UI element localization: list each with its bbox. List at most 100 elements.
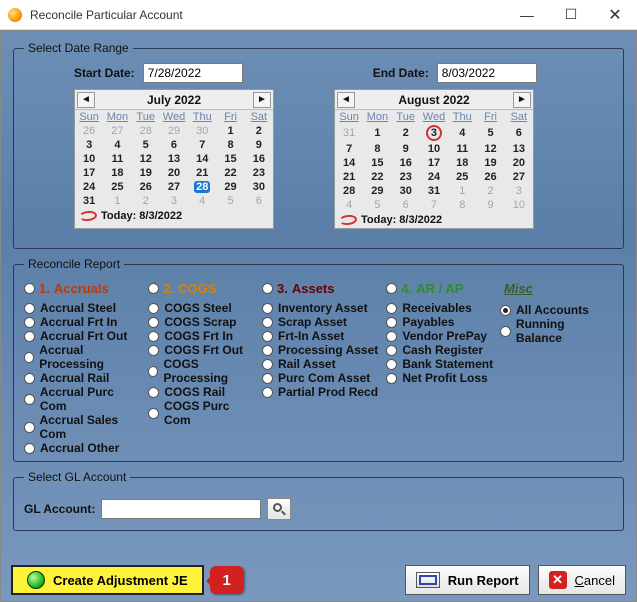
today-label[interactable]: Today: 8/3/2022 <box>101 210 182 222</box>
calendar-day[interactable]: 16 <box>392 156 420 170</box>
calendar-day[interactable]: 28 <box>188 180 216 194</box>
report-option[interactable]: Rail Asset <box>262 357 380 371</box>
calendar-day[interactable]: 10 <box>420 142 448 156</box>
report-option[interactable]: Processing Asset <box>262 343 380 357</box>
calendar-day[interactable]: 6 <box>505 124 533 142</box>
report-option[interactable]: COGS Frt Out <box>148 343 256 357</box>
calendar-day[interactable]: 1 <box>103 194 131 208</box>
maximize-button[interactable]: ☐ <box>549 0 593 30</box>
calendar-day[interactable]: 14 <box>335 156 363 170</box>
calendar-day[interactable]: 2 <box>476 184 504 198</box>
calendar-day[interactable]: 29 <box>160 124 188 138</box>
radio-icon[interactable] <box>24 422 35 433</box>
calendar-grid[interactable]: SunMonTueWedThuFriSat2627282930123456789… <box>75 110 273 208</box>
calendar-day[interactable]: 25 <box>103 180 131 194</box>
radio-icon[interactable] <box>500 326 511 337</box>
calendar-day[interactable]: 31 <box>75 194 103 208</box>
calendar-day[interactable]: 5 <box>476 124 504 142</box>
calendar-day[interactable]: 13 <box>160 152 188 166</box>
radio-icon[interactable] <box>148 283 159 294</box>
report-option[interactable]: Accrual Rail <box>24 371 142 385</box>
radio-icon[interactable] <box>386 303 397 314</box>
end-calendar[interactable]: ◄ August 2022 ► SunMonTueWedThuFriSat311… <box>334 89 534 229</box>
group-assets[interactable]: 3. Assets <box>262 281 380 296</box>
radio-icon[interactable] <box>24 443 35 454</box>
calendar-day[interactable]: 13 <box>505 142 533 156</box>
group-ar-ap[interactable]: 4. AR / AP <box>386 281 494 296</box>
calendar-day[interactable]: 20 <box>505 156 533 170</box>
calendar-day[interactable]: 31 <box>335 124 363 142</box>
radio-icon[interactable] <box>148 303 159 314</box>
calendar-day[interactable]: 4 <box>103 138 131 152</box>
report-option[interactable]: COGS Steel <box>148 301 256 315</box>
calendar-day[interactable]: 5 <box>132 138 160 152</box>
radio-icon[interactable] <box>148 408 159 419</box>
minimize-button[interactable]: — <box>505 0 549 30</box>
calendar-day[interactable]: 8 <box>216 138 244 152</box>
radio-icon[interactable] <box>262 303 273 314</box>
calendar-day[interactable]: 22 <box>216 166 244 180</box>
group-accruals[interactable]: 1. Accruals <box>24 281 142 296</box>
radio-icon[interactable] <box>24 394 35 405</box>
radio-icon[interactable] <box>262 331 273 342</box>
calendar-day[interactable]: 30 <box>245 180 273 194</box>
radio-icon[interactable] <box>262 317 273 328</box>
calendar-day[interactable]: 21 <box>188 166 216 180</box>
calendar-day[interactable]: 17 <box>420 156 448 170</box>
radio-icon[interactable] <box>148 366 158 377</box>
calendar-day[interactable]: 23 <box>245 166 273 180</box>
calendar-day[interactable]: 11 <box>448 142 476 156</box>
calendar-day[interactable]: 4 <box>448 124 476 142</box>
report-option[interactable]: Accrual Sales Com <box>24 413 142 441</box>
calendar-day[interactable]: 12 <box>132 152 160 166</box>
calendar-day[interactable]: 1 <box>363 124 391 142</box>
gl-account-input[interactable] <box>101 499 261 519</box>
calendar-day[interactable]: 3 <box>160 194 188 208</box>
report-option[interactable]: Frt-In Asset <box>262 329 380 343</box>
calendar-day[interactable]: 7 <box>188 138 216 152</box>
calendar-day[interactable]: 15 <box>216 152 244 166</box>
calendar-day[interactable]: 7 <box>335 142 363 156</box>
calendar-day[interactable]: 2 <box>132 194 160 208</box>
report-option[interactable]: Accrual Steel <box>24 301 142 315</box>
calendar-day[interactable]: 2 <box>245 124 273 138</box>
report-option[interactable]: Bank Statement <box>386 357 494 371</box>
calendar-day[interactable]: 2 <box>392 124 420 142</box>
cal-prev-icon[interactable]: ◄ <box>337 92 355 108</box>
radio-icon[interactable] <box>24 303 35 314</box>
calendar-grid[interactable]: SunMonTueWedThuFriSat3112345678910111213… <box>335 110 533 212</box>
calendar-day[interactable]: 8 <box>363 142 391 156</box>
radio-icon[interactable] <box>24 283 35 294</box>
report-option[interactable]: Purc Com Asset <box>262 371 380 385</box>
cal-next-icon[interactable]: ► <box>513 92 531 108</box>
report-option[interactable]: Accrual Processing <box>24 343 142 371</box>
calendar-day[interactable]: 12 <box>476 142 504 156</box>
calendar-day[interactable]: 3 <box>75 138 103 152</box>
report-option[interactable]: Scrap Asset <box>262 315 380 329</box>
report-option[interactable]: COGS Purc Com <box>148 399 256 427</box>
calendar-day[interactable]: 30 <box>188 124 216 138</box>
calendar-day[interactable]: 27 <box>160 180 188 194</box>
calendar-day[interactable]: 28 <box>132 124 160 138</box>
report-option[interactable]: Cash Register <box>386 343 494 357</box>
report-option[interactable]: Accrual Frt In <box>24 315 142 329</box>
calendar-day[interactable]: 9 <box>476 198 504 212</box>
report-option[interactable]: COGS Processing <box>148 357 256 385</box>
report-option[interactable]: COGS Frt In <box>148 329 256 343</box>
report-option[interactable]: Inventory Asset <box>262 301 380 315</box>
radio-icon[interactable] <box>262 387 273 398</box>
report-option[interactable]: Running Balance <box>500 317 613 345</box>
calendar-day[interactable]: 19 <box>476 156 504 170</box>
calendar-day[interactable]: 9 <box>392 142 420 156</box>
calendar-day[interactable]: 23 <box>392 170 420 184</box>
calendar-day[interactable]: 3 <box>505 184 533 198</box>
radio-icon[interactable] <box>386 283 397 294</box>
calendar-day[interactable]: 16 <box>245 152 273 166</box>
calendar-day[interactable]: 26 <box>75 124 103 138</box>
report-option[interactable]: Payables <box>386 315 494 329</box>
calendar-day[interactable]: 25 <box>448 170 476 184</box>
report-option[interactable]: Vendor PrePay <box>386 329 494 343</box>
report-option[interactable]: COGS Rail <box>148 385 256 399</box>
calendar-day[interactable]: 17 <box>75 166 103 180</box>
run-report-button[interactable]: Run Report <box>405 565 530 595</box>
